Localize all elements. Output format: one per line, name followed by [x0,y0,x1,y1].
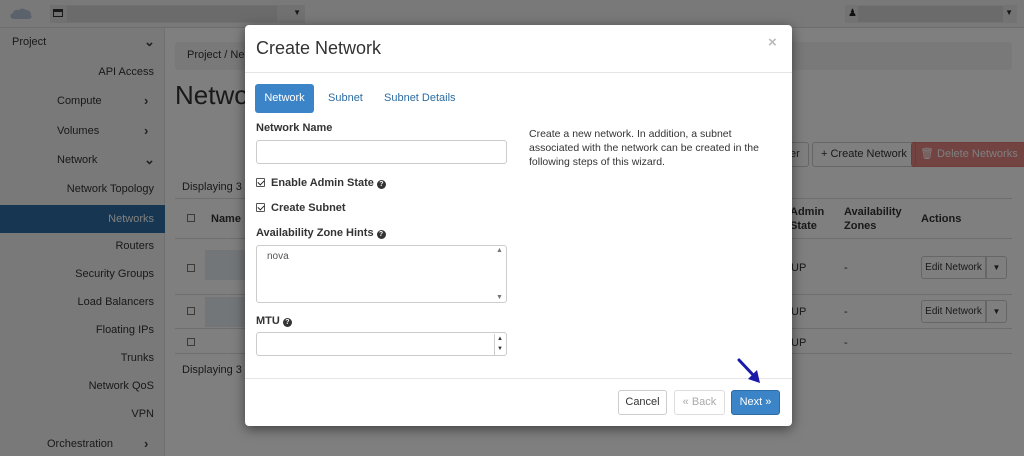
mtu-stepper[interactable]: ▲ ▼ [494,334,505,355]
scrollbar[interactable]: ▲ ▼ [495,247,505,301]
decrement-icon[interactable]: ▼ [495,344,505,354]
network-name-label: Network Name [256,122,333,134]
az-hints-label: Availability Zone Hints? [256,227,386,239]
checked-checkbox-icon[interactable] [256,203,265,212]
help-text: Create a new network. In addition, a sub… [529,128,759,168]
create-subnet-label: Create Subnet [271,202,346,214]
help-icon[interactable]: ? [376,180,386,189]
az-hints-label-text: Availability Zone Hints [256,227,374,239]
az-option-nova[interactable]: nova [267,251,289,262]
cancel-button[interactable]: Cancel [618,390,667,415]
scroll-down-icon[interactable]: ▼ [496,294,503,301]
increment-icon[interactable]: ▲ [495,334,505,344]
mtu-input[interactable]: ▲ ▼ [256,332,507,356]
help-icon[interactable]: ? [282,318,292,327]
create-network-modal: Create Network × Network Subnet Subnet D… [245,25,792,426]
checked-checkbox-icon[interactable] [256,178,265,187]
modal-header-divider [245,72,792,73]
modal-footer-divider [245,378,792,379]
close-icon[interactable]: × [768,34,777,51]
modal-title: Create Network [256,38,382,58]
tab-network[interactable]: Network [255,84,314,113]
next-button[interactable]: Next » [731,390,780,415]
enable-admin-state-checkbox[interactable]: Enable Admin State? [256,177,386,189]
scroll-up-icon[interactable]: ▲ [496,247,503,254]
back-button[interactable]: « Back [674,390,725,415]
help-icon[interactable]: ? [376,230,386,239]
tab-subnet-details[interactable]: Subnet Details [384,84,456,113]
create-subnet-checkbox[interactable]: Create Subnet [256,202,346,214]
tab-subnet[interactable]: Subnet [328,84,363,113]
network-name-input[interactable] [256,140,507,164]
mtu-label-text: MTU [256,315,280,327]
az-hints-multiselect[interactable]: nova ▲ ▼ [256,245,507,303]
mtu-label: MTU? [256,315,292,327]
enable-admin-state-label: Enable Admin State [271,177,374,189]
annotation-arrow-icon [737,358,760,383]
